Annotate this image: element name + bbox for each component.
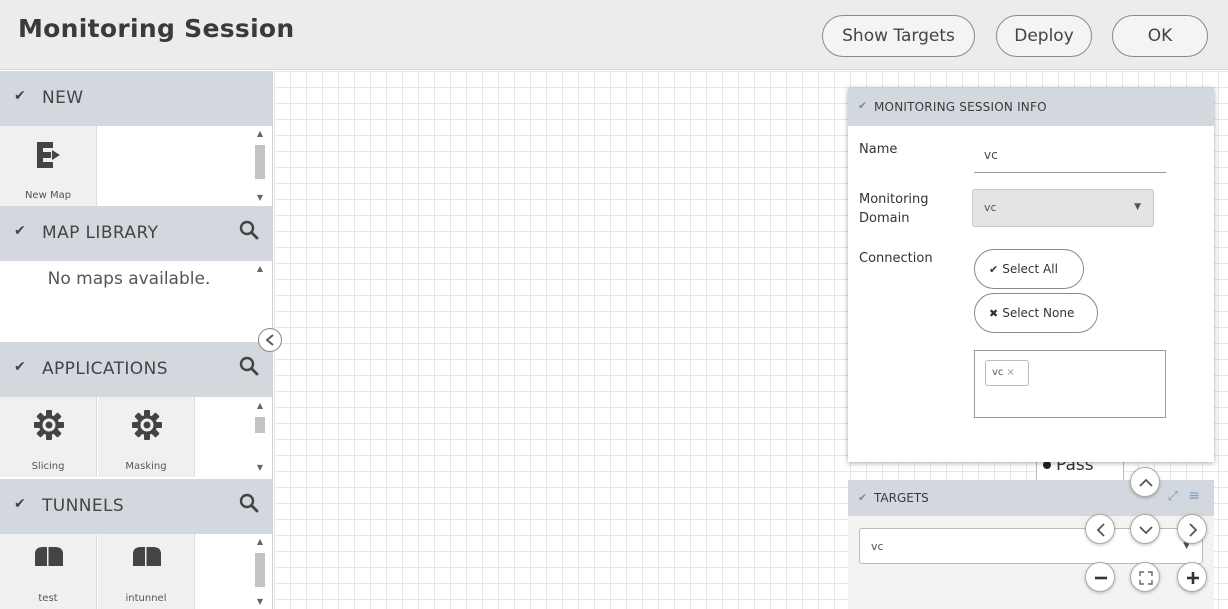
caret-down-icon: ▼ — [1134, 202, 1141, 212]
fit-to-screen-button[interactable] — [1130, 562, 1160, 592]
section-new-title: NEW — [42, 88, 84, 108]
chevron-down-icon — [1139, 526, 1153, 535]
minus-icon — [1095, 576, 1107, 580]
select-none-label: Select None — [1002, 306, 1075, 320]
new-tiles: New Map — [0, 126, 258, 206]
check-icon: ✔ — [989, 263, 999, 276]
search-icon[interactable] — [239, 356, 259, 378]
tag-remove-icon[interactable]: × — [1006, 367, 1014, 378]
chevron-left-icon — [265, 334, 274, 346]
select-all-label: Select All — [1002, 262, 1058, 276]
search-icon[interactable] — [239, 493, 259, 515]
section-map-library-header[interactable]: ✔ MAP LIBRARY — [0, 206, 272, 261]
targets-panel: ✔ TARGETS ⤢ ≡ vc ▼ — [848, 480, 1214, 609]
monitoring-domain-select[interactable]: vc ▼ — [972, 189, 1154, 227]
tile-label: New Map — [24, 190, 72, 201]
page-title: Monitoring Session — [18, 14, 295, 43]
collapse-sidebar-button[interactable] — [258, 328, 282, 352]
chevron-down-icon: ✔ — [858, 99, 868, 112]
tile-masking[interactable]: Masking — [98, 397, 195, 477]
section-tunnels-title: TUNNELS — [42, 496, 125, 516]
pan-right-button[interactable] — [1177, 514, 1207, 544]
targets-panel-title: TARGETS — [874, 491, 929, 505]
chevron-up-icon — [1139, 478, 1153, 487]
chevron-down-icon: ✔ — [14, 88, 26, 104]
tile-label: test — [38, 593, 58, 604]
tunnels-scrollbar[interactable]: ▲ ▼ — [254, 537, 266, 609]
plus-icon — [1187, 572, 1199, 584]
name-input[interactable]: vc — [984, 148, 998, 162]
pan-down-button[interactable] — [1130, 514, 1160, 544]
tile-slicing[interactable]: Slicing — [0, 397, 97, 477]
menu-icon[interactable]: ≡ — [1188, 488, 1200, 504]
tile-new-map[interactable]: New Map — [0, 126, 97, 206]
chevron-down-icon: ✔ — [14, 496, 26, 512]
show-targets-button[interactable]: Show Targets — [822, 15, 975, 57]
search-icon[interactable] — [239, 220, 259, 242]
section-applications-title: APPLICATIONS — [42, 359, 168, 379]
tile-tunnel-intunnel[interactable]: intunnel — [98, 534, 195, 609]
map-library-scrollbar[interactable]: ▲ — [254, 264, 266, 334]
monitoring-domain-label: Monitoring Domain — [859, 192, 929, 226]
x-icon: ✖ — [989, 307, 999, 320]
section-new-header[interactable]: ✔ NEW — [0, 71, 272, 126]
tile-label: Slicing — [31, 461, 65, 472]
tile-label: intunnel — [125, 593, 167, 604]
application-tiles: Slicing Masking — [0, 397, 258, 477]
chevron-down-icon: ✔ — [858, 491, 868, 504]
fit-screen-icon — [1139, 571, 1153, 585]
pan-up-button[interactable] — [1130, 467, 1160, 497]
info-panel-title: MONITORING SESSION INFO — [874, 100, 1047, 114]
info-panel-header[interactable]: ✔ MONITORING SESSION INFO — [848, 88, 1214, 126]
header-bar: Monitoring Session Show Targets Deploy O… — [0, 0, 1228, 70]
chevron-down-icon: ✔ — [14, 223, 26, 239]
select-none-button[interactable]: ✖ Select None — [974, 293, 1098, 333]
chevron-left-icon — [1096, 523, 1105, 537]
section-applications-header[interactable]: ✔ APPLICATIONS — [0, 342, 272, 397]
section-tunnels-header[interactable]: ✔ TUNNELS — [0, 479, 272, 534]
tile-tunnel-test[interactable]: test — [0, 534, 97, 609]
pan-left-button[interactable] — [1085, 514, 1115, 544]
status-dot — [1043, 461, 1051, 469]
name-label: Name — [859, 142, 898, 157]
ok-button[interactable]: OK — [1112, 15, 1208, 57]
targets-value: vc — [871, 540, 884, 553]
connection-tag[interactable]: vc × — [985, 360, 1029, 386]
connection-label: Connection — [859, 251, 933, 266]
zoom-in-button[interactable] — [1177, 562, 1207, 592]
expand-icon[interactable]: ⤢ — [1168, 489, 1178, 504]
tunnel-icon — [35, 547, 63, 566]
select-all-button[interactable]: ✔ Select All — [974, 249, 1084, 289]
tunnel-tiles: test intunnel — [0, 534, 258, 609]
connection-tag-input[interactable]: vc × — [974, 350, 1166, 418]
tunnel-icon — [133, 547, 161, 566]
tag-label: vc — [992, 367, 1004, 378]
monitoring-session-info-panel: ✔ MONITORING SESSION INFO Name vc Monito… — [848, 88, 1214, 462]
gear-icon — [34, 410, 64, 440]
new-scrollbar[interactable]: ▲ ▼ — [254, 129, 266, 207]
new-map-icon — [37, 142, 60, 168]
map-library-empty: No maps available. — [47, 269, 211, 289]
tile-label: Masking — [125, 461, 167, 472]
applications-scrollbar[interactable]: ▲ ▼ — [254, 401, 266, 477]
section-map-library-title: MAP LIBRARY — [42, 223, 159, 243]
chevron-right-icon — [1189, 523, 1198, 537]
name-underline — [974, 172, 1166, 173]
gear-icon — [132, 410, 162, 440]
monitoring-domain-value: vc — [984, 201, 997, 214]
sidebar: ✔ NEW New Map ▲ ▼ ✔ MAP LIBRARY No maps … — [0, 71, 273, 609]
chevron-down-icon: ✔ — [14, 359, 26, 375]
zoom-out-button[interactable] — [1085, 562, 1115, 592]
deploy-button[interactable]: Deploy — [996, 15, 1092, 57]
